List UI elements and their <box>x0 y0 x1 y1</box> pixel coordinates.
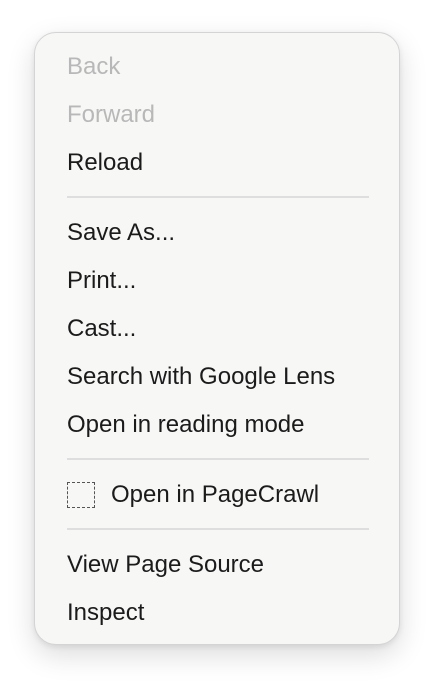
menu-item-inspect[interactable]: Inspect <box>67 597 144 629</box>
extension-placeholder-icon <box>67 482 95 508</box>
menu-item-view-page-source[interactable]: View Page Source <box>67 549 264 581</box>
menu-item-search-google-lens[interactable]: Search with Google Lens <box>67 361 335 393</box>
menu-item-cast[interactable]: Cast... <box>67 313 136 345</box>
menu-separator <box>67 458 369 460</box>
menu-separator <box>67 196 369 198</box>
menu-item-open-reading-mode[interactable]: Open in reading mode <box>67 409 305 441</box>
menu-item-open-in-pagecrawl[interactable]: Open in PageCrawl <box>67 479 367 511</box>
context-menu: Back Forward Reload Save As... Print... … <box>34 32 400 645</box>
menu-item-forward: Forward <box>67 101 156 128</box>
menu-item-label: Open in PageCrawl <box>111 481 320 508</box>
menu-item-back: Back <box>67 53 121 80</box>
menu-separator <box>67 528 369 530</box>
menu-item-save-as[interactable]: Save As... <box>67 217 175 249</box>
menu-item-reload[interactable]: Reload <box>67 147 143 179</box>
menu-item-print[interactable]: Print... <box>67 265 136 297</box>
